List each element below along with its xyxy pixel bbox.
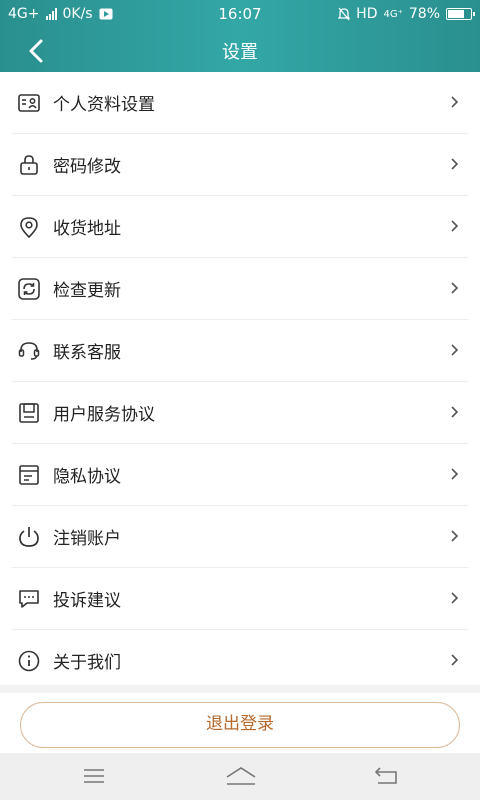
- profile-card-icon: [18, 94, 40, 112]
- menu-item-label: 个人资料设置: [53, 95, 155, 115]
- chevron-right-icon: [451, 96, 459, 108]
- power-icon: [19, 527, 39, 547]
- headset-icon: [18, 342, 40, 360]
- menu-icon[interactable]: [82, 766, 106, 786]
- menu-item-label: 密码修改: [53, 157, 121, 177]
- system-nav-bar: [0, 753, 480, 800]
- menu-item-privacy-agreement[interactable]: 隐私协议: [12, 444, 468, 506]
- chevron-right-icon: [451, 468, 459, 480]
- menu-item-label: 检查更新: [53, 281, 121, 301]
- menu-item-label: 联系客服: [53, 343, 121, 363]
- refresh-icon: [18, 278, 40, 300]
- status-bar: 4G+ 0K/s 16:07 HD 4G⁺ 78%: [0, 0, 480, 28]
- menu-item-user-service-agreement[interactable]: 用户服务协议: [12, 382, 468, 444]
- chevron-right-icon: [451, 654, 459, 666]
- menu-item-profile-settings[interactable]: 个人资料设置: [12, 72, 468, 134]
- settings-list: 个人资料设置 密码修改 收货地址 检查更新 联系客服 用户服务协议 隐私协议 注…: [0, 72, 480, 685]
- network-type-2: 4G⁺: [383, 8, 403, 20]
- logout-area: 退出登录: [0, 693, 480, 753]
- chevron-right-icon: [451, 592, 459, 604]
- mute-bell-icon: [338, 7, 351, 21]
- hd-indicator: HD: [356, 6, 378, 22]
- menu-item-customer-service[interactable]: 联系客服: [12, 320, 468, 382]
- chat-bubble-icon: [19, 590, 39, 608]
- menu-item-label: 用户服务协议: [53, 405, 155, 425]
- menu-item-label: 注销账户: [53, 529, 121, 549]
- battery-icon: [446, 8, 475, 20]
- chevron-right-icon: [451, 530, 459, 542]
- menu-item-change-password[interactable]: 密码修改: [12, 134, 468, 196]
- menu-item-shipping-address[interactable]: 收货地址: [12, 196, 468, 258]
- menu-item-about-us[interactable]: 关于我们: [12, 630, 468, 691]
- menu-item-label: 隐私协议: [53, 467, 121, 487]
- chevron-right-icon: [451, 344, 459, 356]
- page-title: 设置: [222, 42, 258, 63]
- menu-item-label: 收货地址: [53, 219, 121, 239]
- home-icon[interactable]: [224, 766, 258, 788]
- chevron-right-icon: [451, 158, 459, 170]
- battery-percent: 78%: [408, 6, 440, 22]
- lock-icon: [20, 155, 38, 175]
- menu-item-delete-account[interactable]: 注销账户: [12, 506, 468, 568]
- app-header: 4G+ 0K/s 16:07 HD 4G⁺ 78% 设置: [0, 0, 480, 72]
- logout-button[interactable]: 退出登录: [20, 702, 460, 748]
- menu-item-label: 关于我们: [53, 653, 121, 673]
- menu-item-label: 投诉建议: [53, 591, 121, 611]
- save-document-icon: [19, 403, 39, 423]
- back-icon[interactable]: [374, 766, 400, 786]
- info-icon: [18, 650, 40, 672]
- chevron-right-icon: [451, 282, 459, 294]
- chevron-right-icon: [451, 406, 459, 418]
- menu-item-complaints-suggestions[interactable]: 投诉建议: [12, 568, 468, 630]
- chevron-right-icon: [451, 220, 459, 232]
- document-icon: [19, 465, 39, 485]
- location-pin-icon: [20, 217, 38, 239]
- menu-item-check-update[interactable]: 检查更新: [12, 258, 468, 320]
